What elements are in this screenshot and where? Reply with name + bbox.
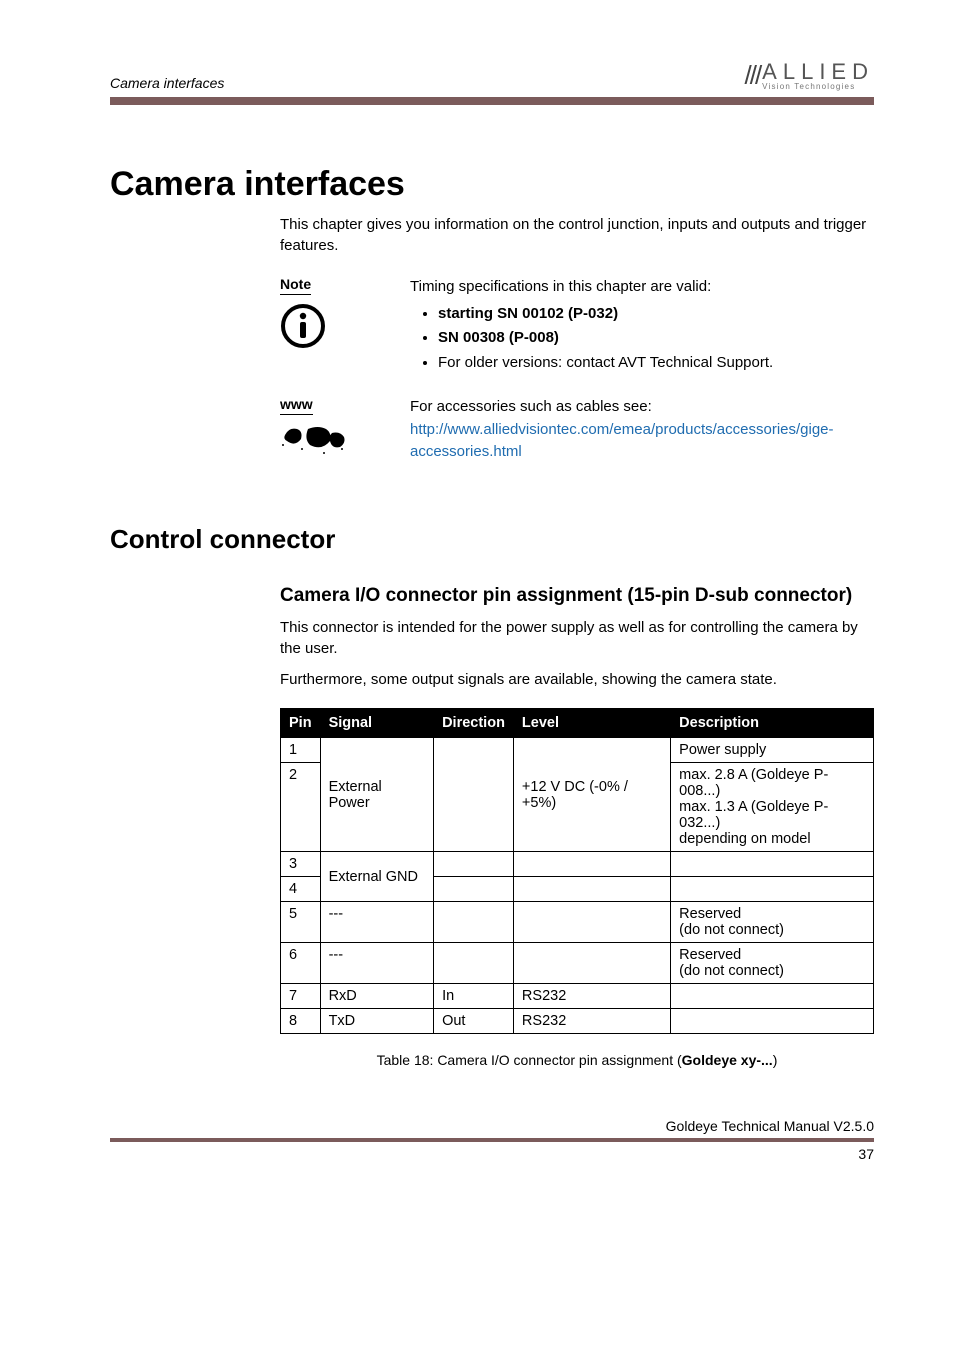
cell-pin: 3 bbox=[281, 852, 321, 877]
world-map-icon bbox=[280, 423, 380, 464]
cell-signal: External GND bbox=[320, 852, 434, 902]
note-lead: Timing specifications in this chapter ar… bbox=[410, 276, 874, 299]
footer-divider bbox=[110, 1138, 874, 1142]
footer-page-number: 37 bbox=[110, 1146, 874, 1162]
note-bullet-2: SN 00308 (P-008) bbox=[438, 327, 874, 350]
cell-pin: 6 bbox=[281, 943, 321, 984]
header-divider bbox=[110, 97, 874, 105]
info-icon bbox=[280, 303, 380, 354]
cell-description bbox=[671, 877, 874, 902]
cell-level: RS232 bbox=[513, 984, 670, 1009]
cell-level bbox=[513, 943, 670, 984]
note-bullet-1: starting SN 00102 (P-032) bbox=[438, 303, 874, 326]
pin-assignment-table: Pin Signal Direction Level Description 1… bbox=[280, 708, 874, 1034]
cell-signal: --- bbox=[320, 943, 434, 984]
cell-direction bbox=[434, 902, 514, 943]
cell-description bbox=[671, 852, 874, 877]
cell-description: max. 2.8 A (Goldeye P-008...) max. 1.3 A… bbox=[671, 763, 874, 852]
note-callout: Note Timing specifications in this chapt… bbox=[280, 276, 874, 376]
brand-logo: /// ALLIED Vision Technologies bbox=[745, 60, 875, 91]
cell-direction bbox=[434, 877, 514, 902]
table-row: 6 --- Reserved (do not connect) bbox=[281, 943, 874, 984]
cell-signal: External Power bbox=[320, 738, 434, 852]
logo-sub-text: Vision Technologies bbox=[762, 83, 874, 91]
cell-direction bbox=[434, 943, 514, 984]
connector-paragraph-2: Furthermore, some output signals are ava… bbox=[280, 669, 874, 690]
th-direction: Direction bbox=[434, 709, 514, 738]
logo-main-text: ALLIED bbox=[762, 61, 874, 83]
page-header: Camera interfaces /// ALLIED Vision Tech… bbox=[110, 60, 874, 91]
table-row: 1 External Power +12 V DC (-0% / +5%) Po… bbox=[281, 738, 874, 763]
page-footer: Goldeye Technical Manual V2.5.0 37 bbox=[110, 1118, 874, 1162]
cell-direction: Out bbox=[434, 1009, 514, 1034]
www-callout: www For accessories such as cables see: … bbox=[280, 396, 874, 464]
th-level: Level bbox=[513, 709, 670, 738]
subsection-title: Camera I/O connector pin assignment (15-… bbox=[280, 585, 874, 607]
cell-description: Power supply bbox=[671, 738, 874, 763]
www-lead: For accessories such as cables see: bbox=[410, 396, 874, 419]
cell-level bbox=[513, 852, 670, 877]
th-description: Description bbox=[671, 709, 874, 738]
cell-pin: 2 bbox=[281, 763, 321, 852]
table-caption: Table 18: Camera I/O connector pin assig… bbox=[280, 1052, 874, 1068]
running-title: Camera interfaces bbox=[110, 75, 224, 91]
cell-description bbox=[671, 984, 874, 1009]
cell-description bbox=[671, 1009, 874, 1034]
cell-pin: 1 bbox=[281, 738, 321, 763]
table-row: 3 External GND bbox=[281, 852, 874, 877]
cell-pin: 7 bbox=[281, 984, 321, 1009]
note-label: Note bbox=[280, 276, 311, 295]
connector-paragraph-1: This connector is intended for the power… bbox=[280, 617, 874, 659]
note-bullet-3: For older versions: contact AVT Technica… bbox=[438, 352, 874, 375]
table-row: 7 RxD In RS232 bbox=[281, 984, 874, 1009]
table-row: 5 --- Reserved (do not connect) bbox=[281, 902, 874, 943]
cell-signal: --- bbox=[320, 902, 434, 943]
cell-level: +12 V DC (-0% / +5%) bbox=[513, 738, 670, 852]
cell-signal: RxD bbox=[320, 984, 434, 1009]
th-signal: Signal bbox=[320, 709, 434, 738]
page-title: Camera interfaces bbox=[110, 165, 874, 204]
cell-level: RS232 bbox=[513, 1009, 670, 1034]
cell-pin: 4 bbox=[281, 877, 321, 902]
cell-description: Reserved (do not connect) bbox=[671, 943, 874, 984]
cell-signal: TxD bbox=[320, 1009, 434, 1034]
intro-paragraph: This chapter gives you information on th… bbox=[280, 214, 874, 256]
section-title: Control connector bbox=[110, 524, 874, 555]
www-label: www bbox=[280, 396, 313, 415]
accessories-link[interactable]: http://www.alliedvisiontec.com/emea/prod… bbox=[410, 421, 834, 461]
footer-manual-version: Goldeye Technical Manual V2.5.0 bbox=[110, 1118, 874, 1134]
cell-description: Reserved (do not connect) bbox=[671, 902, 874, 943]
cell-direction: In bbox=[434, 984, 514, 1009]
table-row: 8 TxD Out RS232 bbox=[281, 1009, 874, 1034]
cell-direction bbox=[434, 852, 514, 877]
cell-direction bbox=[434, 738, 514, 852]
cell-level bbox=[513, 877, 670, 902]
cell-level bbox=[513, 902, 670, 943]
cell-pin: 8 bbox=[281, 1009, 321, 1034]
cell-pin: 5 bbox=[281, 902, 321, 943]
logo-slashes-icon: /// bbox=[745, 60, 761, 91]
th-pin: Pin bbox=[281, 709, 321, 738]
